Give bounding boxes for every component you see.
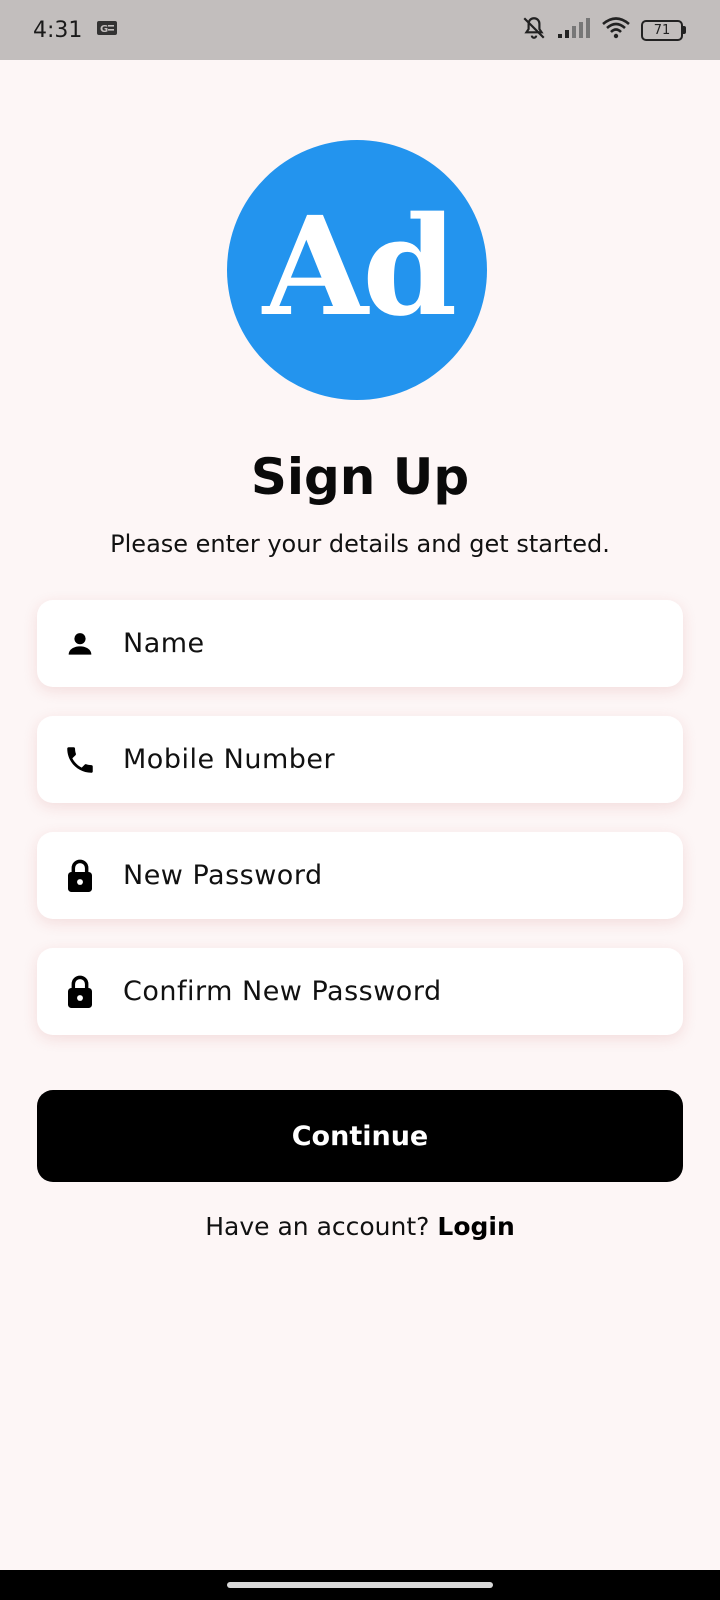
page-title: Sign Up (250, 448, 470, 506)
bell-off-icon (521, 15, 547, 46)
lock-icon (63, 859, 97, 893)
signal-icon (557, 17, 591, 44)
login-row: Have an account? Login (0, 1212, 720, 1241)
phone-icon (63, 743, 97, 777)
notification-app-icon: G (96, 20, 118, 41)
new-password-input[interactable] (123, 860, 643, 891)
login-link[interactable]: Login (437, 1212, 514, 1241)
mobile-number-field[interactable] (37, 716, 683, 803)
confirm-password-input[interactable] (123, 976, 643, 1007)
battery-level: 71 (641, 19, 683, 41)
battery-icon: 71 (641, 19, 686, 41)
continue-button[interactable]: Continue (37, 1090, 683, 1182)
new-password-field[interactable] (37, 832, 683, 919)
login-prompt: Have an account? (205, 1212, 438, 1241)
status-time: 4:31 (33, 17, 83, 43)
app-logo-text: Ad (262, 187, 458, 347)
navigation-bar (0, 1570, 720, 1600)
wifi-icon (601, 16, 631, 45)
confirm-password-field[interactable] (37, 948, 683, 1035)
page-subtitle: Please enter your details and get starte… (110, 530, 610, 558)
status-bar: 4:31 G 71 (0, 0, 720, 60)
person-icon (63, 627, 97, 661)
mobile-number-input[interactable] (123, 744, 643, 775)
svg-text:G: G (100, 24, 108, 35)
home-indicator[interactable] (227, 1582, 493, 1588)
name-field[interactable] (37, 600, 683, 687)
app-logo: Ad (227, 140, 487, 400)
lock-icon (63, 975, 97, 1009)
name-input[interactable] (123, 628, 643, 659)
